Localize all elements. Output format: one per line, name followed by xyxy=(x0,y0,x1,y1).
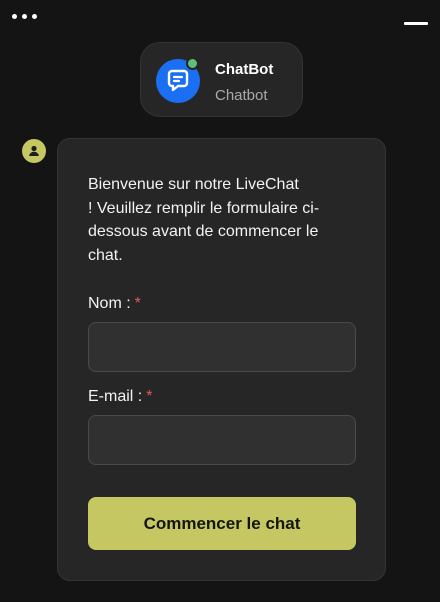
welcome-line: chat. xyxy=(88,246,123,264)
prechat-form-card: Bienvenue sur notre LiveChat ! Veuillez … xyxy=(57,138,386,581)
agent-name: ChatBot xyxy=(215,61,274,78)
chat-widget: ChatBot Chatbot Bienvenue sur notre Live… xyxy=(0,0,440,602)
name-label-text: Nom : xyxy=(88,295,131,312)
welcome-line: ! Veuillez remplir le formulaire ci- xyxy=(88,199,320,217)
required-mark: * xyxy=(134,295,141,312)
name-label: Nom : * xyxy=(88,294,141,314)
name-field[interactable] xyxy=(88,322,356,372)
start-chat-button[interactable]: Commencer le chat xyxy=(88,497,356,550)
more-horizontal-icon[interactable] xyxy=(12,14,37,19)
agent-header: ChatBot Chatbot xyxy=(140,42,303,117)
minimize-icon[interactable] xyxy=(404,22,428,25)
email-label-text: E-mail : xyxy=(88,388,143,405)
chat-bubble-icon xyxy=(167,69,189,92)
user-icon xyxy=(22,139,46,163)
welcome-line: Bienvenue sur notre LiveChat xyxy=(88,176,299,193)
email-label: E-mail : * xyxy=(88,387,152,407)
required-mark: * xyxy=(146,388,153,405)
agent-role: Chatbot xyxy=(215,87,268,104)
online-status-dot xyxy=(186,57,199,70)
welcome-message: Bienvenue sur notre LiveChat ! Veuillez … xyxy=(88,173,356,267)
email-field[interactable] xyxy=(88,415,356,465)
welcome-line: dessous avant de commencer le xyxy=(88,223,319,240)
